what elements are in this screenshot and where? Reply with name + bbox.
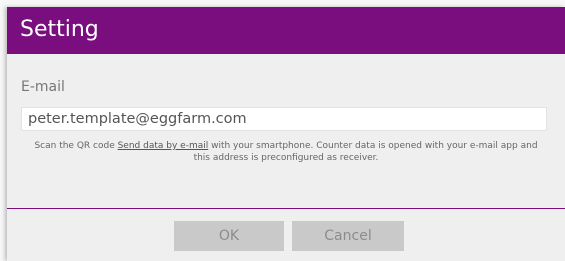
ok-button[interactable]: OK	[174, 221, 284, 251]
hint-text-before: Scan the QR code	[34, 141, 118, 151]
email-label: E-mail	[21, 79, 65, 95]
send-data-link[interactable]: Send data by e-mail	[118, 141, 209, 151]
email-field[interactable]	[21, 107, 547, 131]
hint-text-after: with your smartphone. Counter data is op…	[193, 141, 538, 163]
footer-divider	[7, 208, 565, 209]
email-hint-text: Scan the QR code Send data by e-mail wit…	[31, 140, 541, 164]
dialog-title: Setting	[20, 17, 99, 42]
cancel-button[interactable]: Cancel	[292, 221, 404, 251]
settings-dialog: Setting E-mail Scan the QR code Send dat…	[7, 7, 565, 261]
dialog-title-bar: Setting	[7, 7, 565, 54]
